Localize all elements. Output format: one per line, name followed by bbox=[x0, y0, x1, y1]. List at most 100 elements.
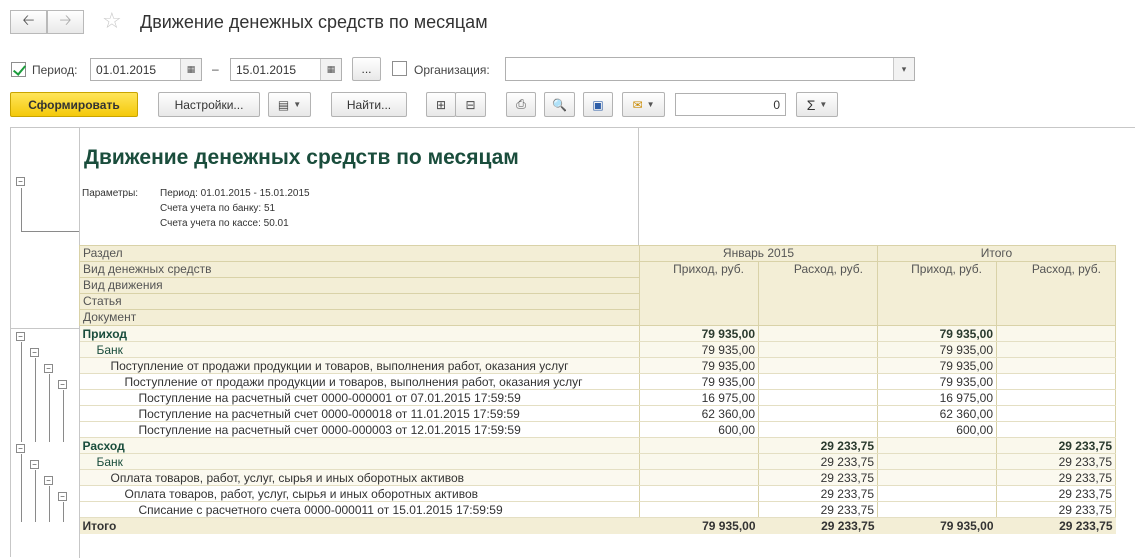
dropdown-arrow-icon[interactable]: ▾ bbox=[893, 58, 914, 80]
row-value bbox=[996, 325, 1116, 342]
total-value: 29 233,75 bbox=[996, 517, 1116, 534]
favorite-star-icon[interactable]: ☆ bbox=[102, 8, 122, 34]
collapse-group-icon[interactable]: − bbox=[30, 348, 39, 357]
back-button[interactable]: 🡠 bbox=[10, 10, 47, 34]
collapse-groups-button[interactable]: ⊟ bbox=[455, 92, 486, 117]
tree-guide-line bbox=[63, 390, 64, 442]
row-value: 16 975,00 bbox=[639, 389, 759, 406]
row-value: 79 935,00 bbox=[639, 373, 759, 390]
sum-field[interactable]: 0 bbox=[675, 93, 786, 116]
row-value: 29 233,75 bbox=[758, 437, 878, 454]
chevron-down-icon: ▼ bbox=[819, 100, 828, 109]
row-label: Поступление на расчетный счет 0000-00000… bbox=[79, 421, 640, 438]
row-value: 79 935,00 bbox=[877, 325, 997, 342]
row-value bbox=[996, 341, 1116, 358]
chevron-down-icon: ▼ bbox=[646, 100, 655, 109]
send-email-button[interactable]: ✉ ▼ bbox=[622, 92, 665, 117]
date-from-field[interactable]: 01.01.2015 ▦ bbox=[90, 58, 202, 81]
row-label: Приход bbox=[79, 325, 640, 342]
row-label: Поступление на расчетный счет 0000-00000… bbox=[79, 389, 640, 406]
tree-guide-line bbox=[63, 502, 64, 522]
report-variants-icon: ▤ bbox=[277, 97, 290, 112]
save-button[interactable]: ▣ bbox=[583, 92, 613, 117]
row-value bbox=[996, 389, 1116, 406]
table-row[interactable]: Оплата товаров, работ, услуг, сырья и ин… bbox=[79, 485, 1116, 502]
collapse-group-icon[interactable]: − bbox=[44, 476, 53, 485]
row-value bbox=[996, 373, 1116, 390]
header-article: Статья bbox=[79, 293, 640, 310]
collapse-group-icon[interactable]: − bbox=[44, 364, 53, 373]
row-value: 79 935,00 bbox=[639, 357, 759, 374]
table-row[interactable]: Поступление на расчетный счет 0000-00000… bbox=[79, 389, 1116, 406]
table-row[interactable]: Поступление от продажи продукции и товар… bbox=[79, 357, 1116, 374]
date-to-field[interactable]: 15.01.2015 ▦ bbox=[230, 58, 342, 81]
header-total: Итого bbox=[877, 245, 1116, 262]
row-value bbox=[996, 357, 1116, 374]
preview-button[interactable]: 🔍 bbox=[544, 92, 575, 117]
calendar-icon[interactable]: ▦ bbox=[180, 59, 201, 80]
floppy-disk-icon: ▣ bbox=[592, 97, 604, 112]
window-title: Движение денежных средств по месяцам bbox=[140, 12, 488, 32]
organization-checkbox[interactable] bbox=[392, 61, 407, 76]
header-income: Приход, руб. bbox=[639, 261, 759, 326]
table-row[interactable]: Поступление на расчетный счет 0000-00001… bbox=[79, 405, 1116, 422]
collapse-group-icon[interactable]: − bbox=[30, 460, 39, 469]
row-value bbox=[996, 405, 1116, 422]
organization-field[interactable]: ▾ bbox=[505, 57, 915, 81]
collapse-header-icon[interactable]: − bbox=[16, 177, 25, 186]
row-value: 29 233,75 bbox=[996, 453, 1116, 470]
period-label: Период: bbox=[32, 63, 78, 77]
printer-icon: ⎙ bbox=[516, 97, 526, 111]
total-row: Итого 79 935,00 29 233,75 79 935,00 29 233,7… bbox=[79, 517, 1116, 534]
row-label: Банк bbox=[79, 453, 640, 470]
row-value bbox=[758, 341, 878, 358]
row-label: Поступление от продажи продукции и товар… bbox=[79, 357, 640, 374]
row-value: 79 935,00 bbox=[639, 325, 759, 342]
table-row[interactable]: Поступление на расчетный счет 0000-00000… bbox=[79, 421, 1116, 438]
table-row[interactable]: Банк 29 233,75 29 233,75 bbox=[79, 453, 1116, 470]
table-row[interactable]: Оплата товаров, работ, услуг, сырья и ин… bbox=[79, 469, 1116, 486]
table-row[interactable]: Приход 79 935,00 79 935,00 bbox=[79, 325, 1116, 342]
collapse-group-icon[interactable]: − bbox=[16, 332, 25, 341]
collapse-group-icon[interactable]: − bbox=[16, 444, 25, 453]
row-value: 79 935,00 bbox=[877, 373, 997, 390]
calendar-icon[interactable]: ▦ bbox=[320, 59, 341, 80]
row-value: 62 360,00 bbox=[877, 405, 997, 422]
param-bank-account: Счета учета по банку: 51 bbox=[160, 203, 276, 214]
row-value: 29 233,75 bbox=[758, 485, 878, 502]
sum-mode-button[interactable]: Σ ▼ bbox=[796, 92, 838, 117]
row-value: 29 233,75 bbox=[758, 469, 878, 486]
tree-guide-line bbox=[35, 470, 36, 522]
row-label: Поступление на расчетный счет 0000-00001… bbox=[79, 405, 640, 422]
row-value: 79 935,00 bbox=[639, 341, 759, 358]
table-row[interactable]: Списание с расчетного счета 0000-000011 … bbox=[79, 501, 1116, 518]
sigma-icon: Σ bbox=[806, 96, 816, 113]
collapse-group-icon[interactable]: − bbox=[58, 380, 67, 389]
period-select-button[interactable]: ... bbox=[352, 57, 381, 81]
row-value: 16 975,00 bbox=[877, 389, 997, 406]
period-checkbox[interactable] bbox=[11, 62, 26, 77]
forward-button[interactable]: 🡢 bbox=[47, 10, 84, 34]
table-row[interactable]: Поступление от продажи продукции и товар… bbox=[79, 373, 1116, 390]
variants-button[interactable]: ▤ ▼ bbox=[268, 92, 311, 117]
tree-guide-line bbox=[49, 374, 50, 442]
find-button[interactable]: Найти... bbox=[331, 92, 407, 117]
generate-button[interactable]: Сформировать bbox=[10, 92, 138, 117]
arrow-left-icon: 🡠 bbox=[22, 11, 35, 29]
report-spreadsheet[interactable]: − Движение денежных средств по месяцам П… bbox=[10, 127, 1135, 558]
total-value: 79 935,00 bbox=[639, 517, 759, 534]
row-value bbox=[758, 421, 878, 438]
row-value bbox=[639, 469, 759, 486]
row-label: Оплата товаров, работ, услуг, сырья и ин… bbox=[79, 469, 640, 486]
row-value: 62 360,00 bbox=[639, 405, 759, 422]
table-row[interactable]: Расход 29 233,75 29 233,75 bbox=[79, 437, 1116, 454]
table-row[interactable]: Банк 79 935,00 79 935,00 bbox=[79, 341, 1116, 358]
row-value: 600,00 bbox=[877, 421, 997, 438]
header-income-total: Приход, руб. bbox=[877, 261, 997, 326]
print-button[interactable]: ⎙ bbox=[506, 92, 536, 117]
expand-groups-button[interactable]: ⊞ bbox=[426, 92, 456, 117]
collapse-group-icon[interactable]: − bbox=[58, 492, 67, 501]
row-value: 29 233,75 bbox=[996, 485, 1116, 502]
tree-guide-line bbox=[21, 342, 22, 442]
settings-button[interactable]: Настройки... bbox=[158, 92, 260, 117]
